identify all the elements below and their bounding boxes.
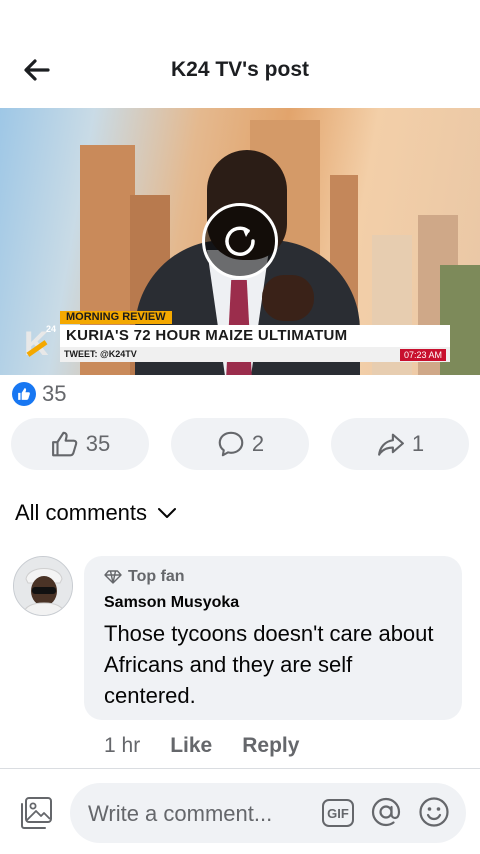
- comment-count: 2: [251, 431, 265, 456]
- profile-photo-icon: [14, 557, 72, 615]
- comment-composer: Write a comment... GIF: [0, 768, 480, 854]
- comments-filter-label: All comments: [15, 500, 148, 525]
- mention-button[interactable]: [370, 796, 402, 828]
- comment-input-placeholder: Write a comment...: [88, 801, 273, 826]
- show-tag: MORNING REVIEW: [60, 311, 172, 324]
- presenter-hand: [262, 275, 314, 321]
- status-bar: [0, 0, 480, 36]
- comment-icon: [218, 431, 244, 457]
- broadcast-time: 07:23 AM: [400, 349, 447, 361]
- at-sign-icon: [371, 797, 401, 827]
- k24-logo: K 24: [24, 324, 58, 364]
- comment-bubble[interactable]: Top fan Samson Musyoka Those tycoons doe…: [84, 556, 462, 720]
- share-count: 1: [411, 431, 425, 456]
- reaction-count: 35: [42, 381, 67, 406]
- reaction-summary[interactable]: 35: [12, 381, 66, 407]
- gif-label: GIF: [327, 805, 349, 821]
- top-fan-label: Top fan: [128, 568, 185, 585]
- replay-button[interactable]: [202, 203, 278, 279]
- photo-icon: [21, 797, 52, 829]
- share-button[interactable]: 1: [331, 418, 469, 470]
- top-fan-badge: Top fan: [104, 568, 185, 586]
- page-title: K24 TV's post: [170, 58, 310, 81]
- comment-author[interactable]: Samson Musyoka: [104, 594, 239, 612]
- tweet-handle: TWEET: @K24TV: [64, 349, 137, 359]
- comment-button[interactable]: 2: [171, 418, 309, 470]
- like-button[interactable]: 35: [11, 418, 149, 470]
- post-header: K24 TV's post: [0, 36, 480, 106]
- video-headline: KURIA'S 72 HOUR MAIZE ULTIMATUM: [66, 327, 348, 344]
- comment-text: Those tycoons doesn't care about African…: [104, 621, 434, 708]
- share-icon: [377, 433, 404, 456]
- like-count: 35: [85, 431, 111, 456]
- emoji-button[interactable]: [418, 796, 450, 828]
- comment-reply-button[interactable]: Reply: [242, 734, 299, 758]
- replay-icon: [225, 226, 255, 256]
- like-reaction-icon: [12, 382, 36, 406]
- add-photo-button[interactable]: [18, 795, 54, 831]
- comment-timestamp: 1 hr: [104, 734, 141, 757]
- k24-logo-number: 24: [46, 324, 57, 334]
- comments-filter-dropdown[interactable]: All comments: [15, 500, 177, 526]
- avatar[interactable]: [13, 556, 73, 616]
- chevron-down-icon: [158, 508, 177, 518]
- emoji-icon: [419, 797, 449, 827]
- thumbs-up-icon: [51, 431, 78, 457]
- comment-like-button[interactable]: Like: [170, 734, 212, 758]
- comment-actions: 1 hr Like Reply: [104, 734, 299, 758]
- gif-button[interactable]: GIF: [322, 799, 354, 827]
- diamond-icon: [104, 570, 122, 584]
